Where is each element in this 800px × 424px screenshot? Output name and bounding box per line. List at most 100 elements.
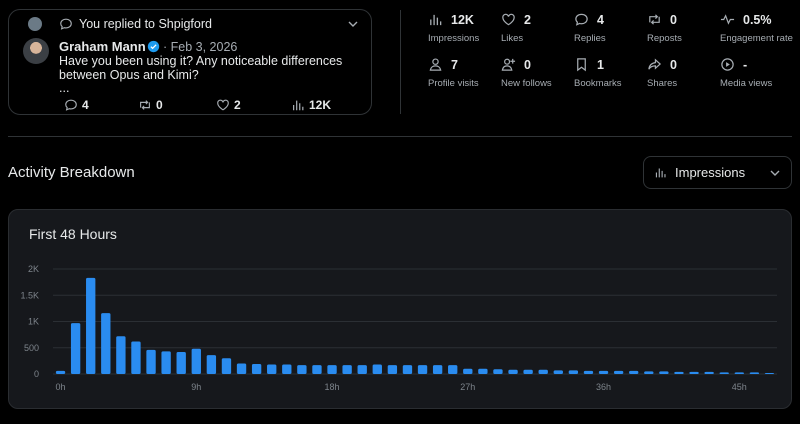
stat-value: 0.5% [743, 12, 772, 27]
repost-icon [649, 14, 660, 25]
dropdown-selected-label: Impressions [675, 165, 746, 180]
bar-chart-icon [430, 14, 442, 26]
chart-bar [86, 277, 96, 374]
stat-value: - [743, 57, 748, 72]
chart-bar [327, 365, 337, 374]
chart-bar [493, 369, 503, 374]
stat-value: 4 [597, 12, 604, 27]
metric-dropdown[interactable]: Impressions [643, 156, 792, 189]
stat-label: Bookmarks [574, 78, 622, 89]
section-title: Activity Breakdown [8, 164, 135, 181]
like-action[interactable]: 2 [216, 98, 241, 112]
chart-bar [206, 355, 217, 374]
chart-bar [689, 371, 699, 374]
post-actions: 4 0 2 12K [9, 98, 373, 114]
chart-bar [463, 368, 473, 374]
bookmark-icon [577, 58, 586, 72]
views-action[interactable]: 12K [291, 98, 331, 112]
pulse-icon [720, 14, 735, 25]
reply-context-icon [60, 18, 72, 30]
chart-bar [221, 358, 232, 374]
chart-bar [719, 372, 729, 374]
reply-icon [65, 99, 77, 111]
chart-bar [553, 370, 563, 374]
heart-icon [502, 13, 515, 26]
verified-badge-icon [147, 40, 160, 53]
y-tick-label: 1K [28, 317, 39, 327]
chart-bar [478, 368, 488, 374]
reply-context-text: You replied to Shpigford [79, 17, 212, 31]
chart-bar [297, 365, 307, 374]
chart-bar [116, 336, 126, 374]
impressions-bar-chart: 0 500 1K 1.5K 2K 0h 9h 18h 27h 36h 45h [20, 264, 777, 392]
like-count: 2 [234, 98, 241, 112]
x-tick-label: 18h [325, 382, 340, 392]
stat-label: Profile visits [428, 78, 479, 89]
play-icon [721, 58, 734, 71]
chart-bar [674, 371, 684, 374]
x-tick-label: 36h [596, 382, 611, 392]
x-tick-label: 9h [191, 382, 201, 392]
chart-bar [704, 371, 714, 374]
repost-count: 0 [156, 98, 163, 112]
heart-icon [217, 99, 229, 111]
stat-reposts: 0 Reposts [647, 12, 717, 45]
author-avatar[interactable] [23, 38, 49, 64]
repost-action[interactable]: 0 [138, 98, 163, 112]
stat-value: 12K [451, 12, 474, 27]
chart-bar [282, 364, 292, 374]
author-name[interactable]: Graham Mann [59, 39, 146, 54]
chart-bar [146, 349, 156, 374]
chevron-down-icon[interactable] [347, 18, 359, 30]
chart-bar [598, 370, 609, 374]
chart-bar [55, 370, 66, 374]
stat-shares: 0 Shares [647, 57, 717, 90]
stat-likes: 2 Likes [501, 12, 571, 45]
chart-bar [312, 365, 322, 374]
chart-bar [659, 371, 669, 374]
chart-bar [448, 365, 458, 374]
stat-value: 0 [524, 57, 531, 72]
stat-label: Reposts [647, 33, 682, 44]
person-icon [429, 58, 442, 71]
bar-chart-icon [293, 100, 304, 111]
chart-bar [131, 341, 141, 374]
chevron-down-icon [770, 170, 780, 176]
stat-engagement-rate: 0.5% Engagement rate [720, 12, 793, 45]
stat-profile-visits: 7 Profile visits [428, 57, 498, 90]
stat-label: Shares [647, 78, 678, 89]
chart-bar [644, 371, 654, 374]
chart-bar [236, 363, 247, 374]
stat-value: 0 [670, 12, 677, 27]
replied-to-avatar [28, 17, 42, 31]
chart-bar [734, 372, 744, 374]
chart-bar [191, 348, 201, 374]
stat-label: Replies [574, 33, 606, 44]
reply-action[interactable]: 4 [64, 98, 89, 112]
chart-bar [372, 364, 382, 374]
chart-bar [613, 370, 624, 374]
chart-bar [342, 365, 352, 374]
stat-label: New follows [501, 78, 552, 89]
chart-bar [523, 369, 533, 374]
chart-bar [402, 365, 413, 374]
chart-bar [629, 370, 639, 374]
add-person-icon [501, 58, 516, 71]
reply-count: 4 [82, 98, 89, 112]
x-tick-label: 45h [732, 382, 747, 392]
stat-replies: 4 Replies [574, 12, 644, 45]
post-body-line: ... [59, 81, 70, 95]
y-tick-label: 1.5K [20, 290, 39, 300]
chart-bar [70, 323, 81, 374]
stat-label: Likes [501, 33, 524, 44]
x-tick-label: 0h [56, 382, 66, 392]
reply-card[interactable]: You replied to Shpigford Graham Mann · F… [8, 9, 372, 115]
y-tick-label: 0 [34, 369, 39, 379]
chart-bar [764, 372, 775, 374]
y-tick-label: 500 [24, 343, 39, 353]
reply-icon [575, 13, 588, 26]
post-body-line: Have you been using it? Any noticeable d… [59, 54, 343, 68]
stat-label: Engagement rate [720, 33, 793, 44]
chart-bar [161, 351, 171, 374]
chart-bar [749, 372, 760, 374]
